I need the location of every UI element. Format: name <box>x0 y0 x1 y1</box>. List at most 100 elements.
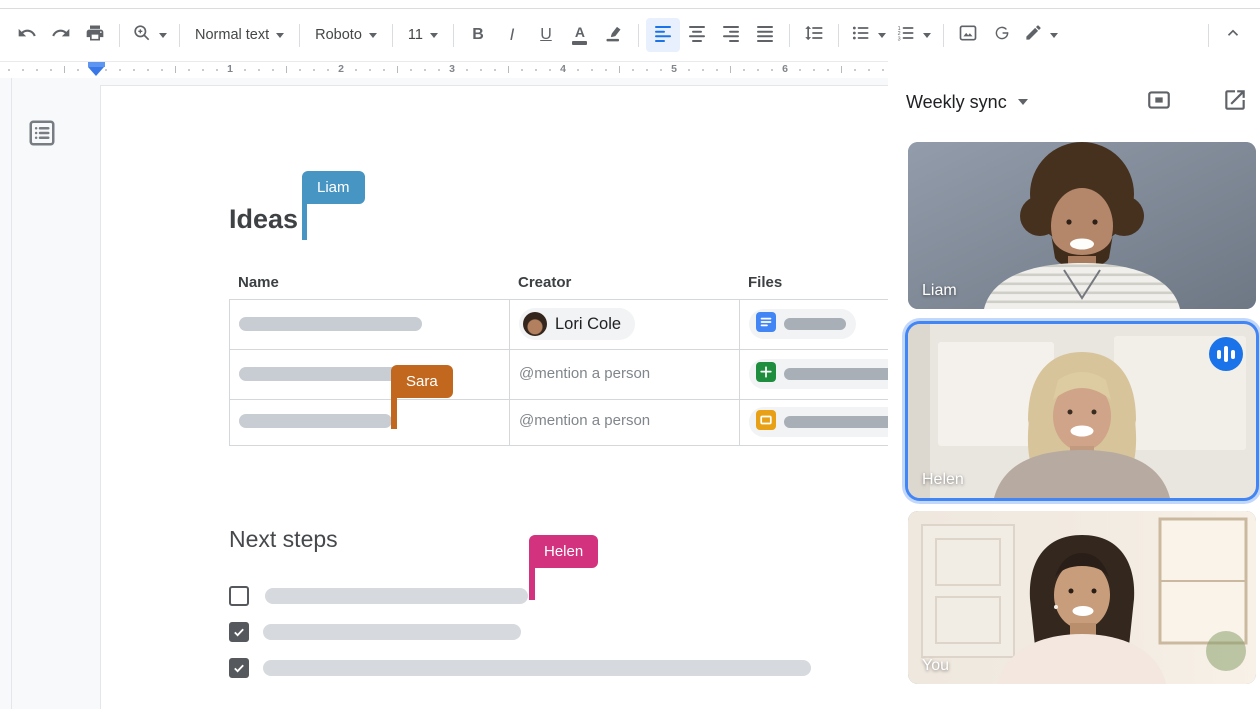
line-spacing-button[interactable] <box>797 18 831 52</box>
pen-icon <box>1024 23 1043 47</box>
avatar <box>523 312 547 336</box>
text-color-button[interactable]: A <box>563 18 597 52</box>
bulleted-list-button[interactable] <box>846 18 891 52</box>
insert-image-button[interactable] <box>951 18 985 52</box>
font-selector[interactable]: Roboto <box>307 18 385 52</box>
justify-button[interactable] <box>748 18 782 52</box>
placeholder-text-bar <box>263 624 521 640</box>
checkbox[interactable] <box>229 658 249 678</box>
participant-name-label: Helen <box>922 471 964 489</box>
table-cell-files-2[interactable] <box>739 349 889 399</box>
toolbar-separator <box>638 24 639 47</box>
table-header-row: Name Creator Files <box>229 274 889 294</box>
google-docs-icon <box>756 312 776 337</box>
column-header-creator: Creator <box>518 274 571 291</box>
placeholder-text-bar <box>263 660 811 676</box>
chevron-down-icon <box>276 33 284 38</box>
toolbar-separator <box>838 24 839 47</box>
document-outline-button[interactable] <box>26 118 58 150</box>
align-center-button[interactable] <box>680 18 714 52</box>
toolbar-separator <box>392 24 393 47</box>
document-page[interactable]: Ideas Liam Name Creator Files <box>100 85 889 709</box>
video-tile-helen[interactable]: Helen <box>908 324 1256 498</box>
bold-button[interactable]: B <box>461 18 495 52</box>
insert-link-button[interactable] <box>985 18 1019 52</box>
chevron-down-icon <box>369 33 377 38</box>
placeholder-text-bar <box>784 318 846 330</box>
highlight-color-button[interactable] <box>597 18 631 52</box>
justify-icon <box>755 23 775 48</box>
meeting-title: Weekly sync <box>906 92 1007 113</box>
file-chip[interactable] <box>749 359 889 389</box>
underline-button[interactable]: U <box>529 18 563 52</box>
zoom-button[interactable] <box>127 18 172 52</box>
google-slides-icon <box>756 410 776 435</box>
font-size-label: 11 <box>408 27 423 43</box>
file-chip[interactable] <box>749 407 889 437</box>
toolbar-separator <box>179 24 180 47</box>
numbered-list-button[interactable]: 123 <box>891 18 936 52</box>
toolbar-separator <box>1208 24 1209 47</box>
file-chip[interactable] <box>749 309 856 339</box>
person-chip[interactable]: Lori Cole <box>519 308 635 340</box>
checkbox[interactable] <box>229 586 249 606</box>
left-indent-icon <box>88 67 104 76</box>
participant-name-label: You <box>922 657 949 675</box>
video-tile-you[interactable]: You <box>908 511 1256 684</box>
table-cell-creator-2[interactable]: @mention a person <box>509 349 739 399</box>
left-rail-divider <box>11 78 12 709</box>
align-right-button[interactable] <box>714 18 748 52</box>
highlight-icon <box>604 23 624 48</box>
table-cell-name-2[interactable] <box>230 349 509 399</box>
collapse-menus-button[interactable] <box>1216 18 1250 52</box>
cursor-flag-label: Liam <box>317 179 350 196</box>
underline-icon: U <box>540 26 552 44</box>
chevron-down-icon <box>159 33 167 38</box>
cursor-caret-helen <box>529 568 535 600</box>
font-size-selector[interactable]: 11 <box>400 18 446 52</box>
picture-in-picture-button[interactable] <box>1144 86 1174 116</box>
speaking-indicator-icon <box>1209 337 1243 371</box>
ruler: 123456 <box>0 62 888 78</box>
placeholder-text-bar <box>784 368 889 380</box>
align-center-icon <box>687 23 707 48</box>
table-cell-name-1[interactable] <box>230 300 509 349</box>
table-cell-name-3[interactable] <box>230 399 509 444</box>
undo-button[interactable] <box>10 18 44 52</box>
font-selector-label: Roboto <box>315 27 362 43</box>
meet-sidebar: Weekly sync <box>888 60 1260 709</box>
toolbar: Normal text Roboto 11 B I U A <box>0 9 1260 61</box>
person-chip-name: Lori Cole <box>555 315 621 334</box>
meeting-title-dropdown[interactable]: Weekly sync <box>906 92 1028 113</box>
video-tile-liam[interactable]: Liam <box>908 142 1256 309</box>
cursor-flag-liam: Liam <box>302 171 365 204</box>
print-icon <box>85 23 105 48</box>
heading-next-steps: Next steps <box>229 526 338 553</box>
google-docs-window: Normal text Roboto 11 B I U A <box>0 0 1260 709</box>
indent-marker[interactable] <box>88 62 105 77</box>
svg-text:3: 3 <box>898 36 901 42</box>
cursor-flag-helen: Helen <box>529 535 598 568</box>
column-header-name: Name <box>238 274 279 291</box>
chevron-down-icon <box>923 33 931 38</box>
open-in-new-button[interactable] <box>1220 86 1250 116</box>
placeholder-text-bar <box>239 317 422 331</box>
print-button[interactable] <box>78 18 112 52</box>
table-cell-creator-1[interactable]: Lori Cole <box>509 300 739 349</box>
table-cell-files-1[interactable] <box>739 300 889 349</box>
table-cell-creator-3[interactable]: @mention a person <box>509 399 739 444</box>
italic-button[interactable]: I <box>495 18 529 52</box>
zoom-icon <box>132 23 152 48</box>
editing-mode-button[interactable] <box>1019 18 1063 52</box>
checkbox[interactable] <box>229 622 249 642</box>
checkmark-icon <box>232 661 246 675</box>
chevron-up-icon <box>1224 24 1242 47</box>
mention-placeholder: @mention a person <box>519 365 650 382</box>
style-selector[interactable]: Normal text <box>187 18 292 52</box>
redo-button[interactable] <box>44 18 78 52</box>
chevron-down-icon <box>1050 33 1058 38</box>
style-selector-label: Normal text <box>195 27 269 43</box>
table-cell-files-3[interactable] <box>739 399 889 444</box>
align-right-icon <box>721 23 741 48</box>
align-left-button[interactable] <box>646 18 680 52</box>
